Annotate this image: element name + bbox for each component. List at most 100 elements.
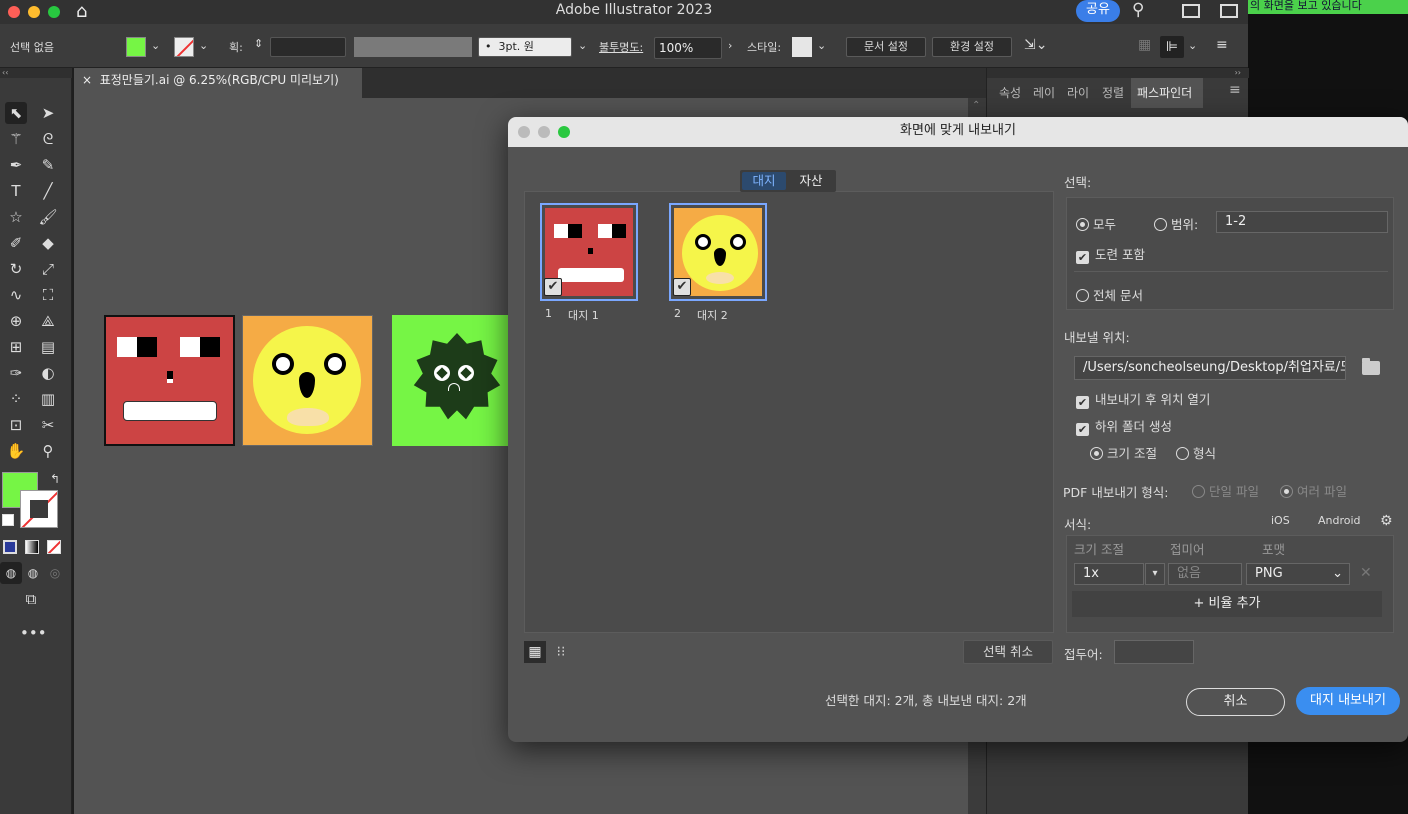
type-tool-icon[interactable]: T xyxy=(5,180,27,202)
star-tool-icon[interactable]: ☆ xyxy=(5,206,27,228)
android-preset[interactable]: Android xyxy=(1318,514,1361,527)
swap-colors-icon[interactable]: ↰ xyxy=(44,468,66,490)
radio-range[interactable]: 범위: xyxy=(1154,214,1198,233)
none-mode-icon[interactable] xyxy=(47,540,61,554)
brush-dropdown[interactable]: • 3pt. 원 xyxy=(478,37,572,57)
create-subfolders-checkbox[interactable]: ✔ 하위 폴더 생성 xyxy=(1076,416,1172,436)
radio-single-file[interactable]: 단일 파일 xyxy=(1192,481,1259,500)
brush-tool-icon[interactable]: 🖌 xyxy=(37,206,59,228)
radio-full-document[interactable]: 전체 문서 xyxy=(1076,285,1143,304)
search-icon[interactable]: ⚲ xyxy=(1132,0,1152,22)
tab-layers[interactable]: 레이 xyxy=(1033,84,1055,101)
chevron-down-icon[interactable]: ⌄ xyxy=(578,39,587,52)
graph-tool-icon[interactable]: ▥ xyxy=(37,388,59,410)
screen-mode-icon[interactable]: ⧉ xyxy=(20,588,42,610)
more-tools-icon[interactable]: ••• xyxy=(20,622,47,644)
include-bleed-checkbox[interactable]: ✔ 도련 포함 xyxy=(1076,244,1145,264)
eyedropper-tool-icon[interactable]: ✑ xyxy=(5,362,27,384)
range-input[interactable]: 1-2 xyxy=(1216,211,1388,233)
share-button[interactable]: 공유 xyxy=(1076,0,1120,22)
deselect-button[interactable]: 선택 취소 xyxy=(963,640,1053,664)
mesh-tool-icon[interactable]: ⊞ xyxy=(5,336,27,358)
artboard-1[interactable] xyxy=(104,315,235,446)
export-path-input[interactable]: /Users/soncheolseung/Desktop/취업자료/도 xyxy=(1074,356,1346,380)
arrange-icon[interactable]: ⇲⌄ xyxy=(1024,37,1047,53)
export-artboard-button[interactable]: 대지 내보내기 xyxy=(1296,687,1400,715)
list-view-icon[interactable]: ⁝⁝ xyxy=(550,641,572,663)
tab-libraries[interactable]: 라이 xyxy=(1067,84,1089,101)
chevron-down-icon[interactable]: ⌄ xyxy=(199,39,208,52)
checkmark-icon[interactable]: ✔ xyxy=(544,278,562,296)
add-scale-button[interactable]: + 비율 추가 xyxy=(1072,591,1382,617)
tab-align[interactable]: 정렬 xyxy=(1102,84,1124,101)
zoom-tool-icon[interactable]: ⚲ xyxy=(37,440,59,462)
free-transform-tool-icon[interactable]: ⛶ xyxy=(37,284,59,306)
tab-assets[interactable]: 자산 xyxy=(788,172,834,190)
ios-preset[interactable]: iOS xyxy=(1271,514,1290,527)
opacity-input[interactable]: 100% xyxy=(654,37,722,59)
fill-swatch[interactable] xyxy=(126,37,146,57)
chevron-down-icon[interactable]: ⌄ xyxy=(1188,39,1197,52)
cancel-button[interactable]: 취소 xyxy=(1186,688,1285,716)
collapse-icon[interactable]: ‹‹ xyxy=(0,68,72,78)
draw-normal-icon[interactable]: ◍ xyxy=(0,562,22,584)
draw-behind-icon[interactable]: ◍ xyxy=(22,562,44,584)
opacity-label[interactable]: 불투명도: xyxy=(599,39,643,55)
close-icon[interactable]: × xyxy=(82,73,92,87)
artboard-2[interactable] xyxy=(242,315,373,446)
shape-builder-tool-icon[interactable]: ⊕ xyxy=(5,310,27,332)
panel-collapse-icon[interactable]: ›› xyxy=(987,68,1249,78)
blend-tool-icon[interactable]: ◐ xyxy=(37,362,59,384)
panel-toggle-icon[interactable] xyxy=(1220,4,1238,18)
slice-tool-icon[interactable]: ✂ xyxy=(37,414,59,436)
shaper-tool-icon[interactable]: ✐ xyxy=(5,232,27,254)
tab-pathfinder[interactable]: 패스파인더 xyxy=(1131,78,1203,108)
artboard-tool-icon[interactable]: ⊡ xyxy=(5,414,27,436)
eraser-tool-icon[interactable]: ◆ xyxy=(37,232,59,254)
workspace-icon[interactable] xyxy=(1182,4,1200,18)
default-colors-icon[interactable] xyxy=(2,514,14,526)
hand-tool-icon[interactable]: ✋ xyxy=(5,440,27,462)
preferences-button[interactable]: 환경 설정 xyxy=(932,37,1012,57)
radio-format[interactable]: 형식 xyxy=(1176,443,1216,462)
selection-tool-icon[interactable]: ⬉ xyxy=(5,102,27,124)
scale-tool-icon[interactable]: ⤢ xyxy=(37,258,59,280)
pen-tool-icon[interactable]: ✒ xyxy=(5,154,27,176)
dialog-minimize-button[interactable] xyxy=(538,126,550,138)
symbol-sprayer-tool-icon[interactable]: ⁘ xyxy=(5,388,27,410)
stroke-swatch[interactable] xyxy=(174,37,194,57)
variable-width-profile[interactable] xyxy=(354,37,472,57)
chevron-down-icon[interactable]: ⌄ xyxy=(151,39,160,52)
remove-row-icon[interactable]: ✕ xyxy=(1360,565,1372,581)
line-tool-icon[interactable]: ╱ xyxy=(37,180,59,202)
curvature-tool-icon[interactable]: ✎ xyxy=(37,154,59,176)
gear-icon[interactable]: ⚙ xyxy=(1380,513,1393,529)
radio-scale[interactable]: 크기 조절 xyxy=(1090,443,1157,462)
direct-selection-tool-icon[interactable]: ➤ xyxy=(37,102,59,124)
draw-inside-icon[interactable]: ◎ xyxy=(44,562,66,584)
format-select[interactable]: PNG ⌄ xyxy=(1246,563,1350,585)
prefix-input[interactable] xyxy=(1114,640,1194,664)
document-setup-button[interactable]: 문서 설정 xyxy=(846,37,926,57)
scale-dropdown[interactable]: ▾ xyxy=(1145,563,1165,585)
suffix-input[interactable]: 없음 xyxy=(1168,563,1242,585)
scroll-up-icon[interactable]: ⌃ xyxy=(972,100,980,111)
tab-artboards[interactable]: 대지 xyxy=(742,172,786,190)
lasso-tool-icon[interactable]: ᘓ xyxy=(37,128,59,150)
stroke-color-swatch[interactable] xyxy=(20,490,58,528)
stepper-icon[interactable]: ⇕ xyxy=(254,37,263,50)
gradient-mode-icon[interactable] xyxy=(25,540,39,554)
chevron-right-icon[interactable]: › xyxy=(728,39,732,52)
tab-properties[interactable]: 속성 xyxy=(999,84,1021,101)
color-mode-icon[interactable] xyxy=(3,540,17,554)
open-location-checkbox[interactable]: ✔ 내보내기 후 위치 열기 xyxy=(1076,389,1210,409)
gradient-tool-icon[interactable]: ▤ xyxy=(37,336,59,358)
menu-list-icon[interactable]: ≡ xyxy=(1216,37,1228,53)
artboard-3[interactable] xyxy=(392,315,508,446)
chevron-down-icon[interactable]: ⌄ xyxy=(817,39,826,52)
grid-icon[interactable]: ▦ xyxy=(1138,37,1151,53)
grid-view-icon[interactable]: ▦ xyxy=(524,641,546,663)
perspective-grid-tool-icon[interactable]: ⟁ xyxy=(37,310,59,332)
dialog-zoom-button[interactable] xyxy=(558,126,570,138)
warp-tool-icon[interactable]: ∿ xyxy=(5,284,27,306)
